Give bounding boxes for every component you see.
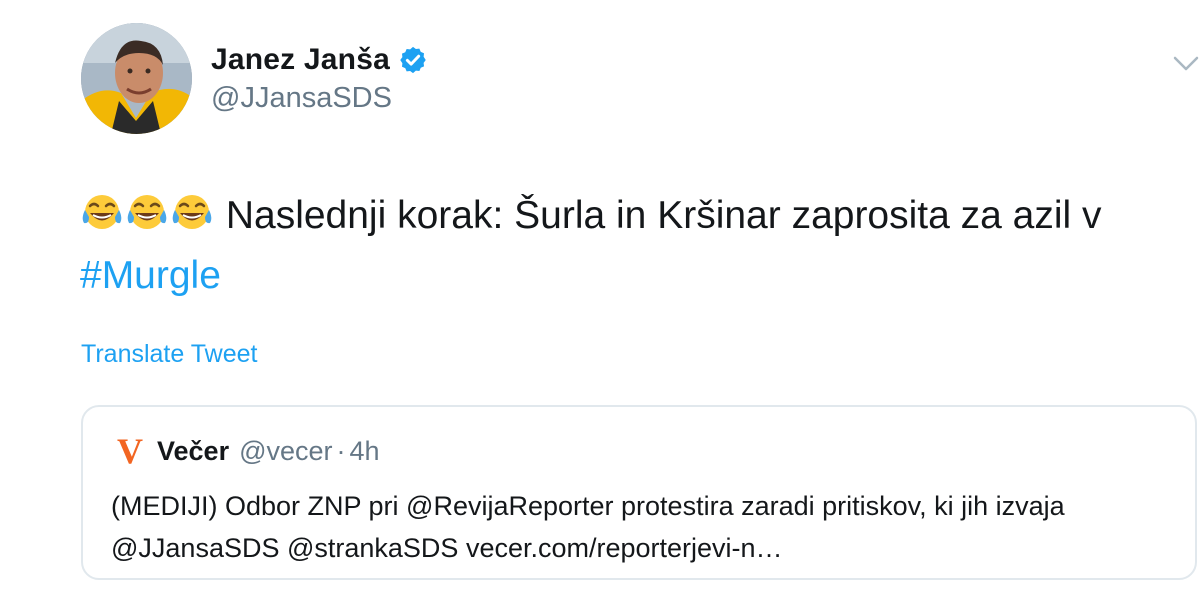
- display-name-row: Janez Janša: [211, 40, 428, 80]
- verified-badge-icon: [398, 45, 428, 75]
- chevron-down-icon[interactable]: [1172, 54, 1200, 74]
- vecer-logo-icon: V: [117, 431, 143, 471]
- author-info: Janez Janša @JJansaSDS: [211, 40, 428, 115]
- quoted-author-name: Večer: [157, 435, 230, 466]
- tears-of-joy-emoji-icon: [80, 190, 124, 234]
- tears-of-joy-emoji-icon: [170, 190, 214, 234]
- avatar-photo: [81, 23, 192, 134]
- quoted-timestamp: 4h: [349, 435, 380, 466]
- translate-tweet-link[interactable]: Translate Tweet: [81, 340, 257, 369]
- quoted-tweet-text: (MEDIJI) Odbor ZNP pri @RevijaReporter p…: [111, 491, 1065, 563]
- quoted-tweet-header: V Večer @vecer · 4h: [117, 433, 380, 469]
- tweet: Janez Janša @JJansaSDS Naslednji korak: …: [0, 0, 1200, 605]
- display-name[interactable]: Janez Janša: [211, 43, 390, 77]
- tweet-body-text: Naslednji korak: Šurla in Kršinar zapros…: [215, 194, 1102, 237]
- quoted-author-handle: @vecer: [239, 435, 333, 466]
- tweet-text: Naslednji korak: Šurla in Kršinar zapros…: [80, 186, 1160, 306]
- user-handle[interactable]: @JJansaSDS: [211, 82, 428, 115]
- hashtag-link[interactable]: #Murgle: [80, 254, 221, 297]
- quoted-tweet-card[interactable]: V Večer @vecer · 4h (MEDIJI) Odbor ZNP p…: [81, 405, 1197, 580]
- tears-of-joy-emoji-icon: [125, 190, 169, 234]
- meta-separator: ·: [336, 435, 346, 466]
- avatar[interactable]: [81, 23, 192, 134]
